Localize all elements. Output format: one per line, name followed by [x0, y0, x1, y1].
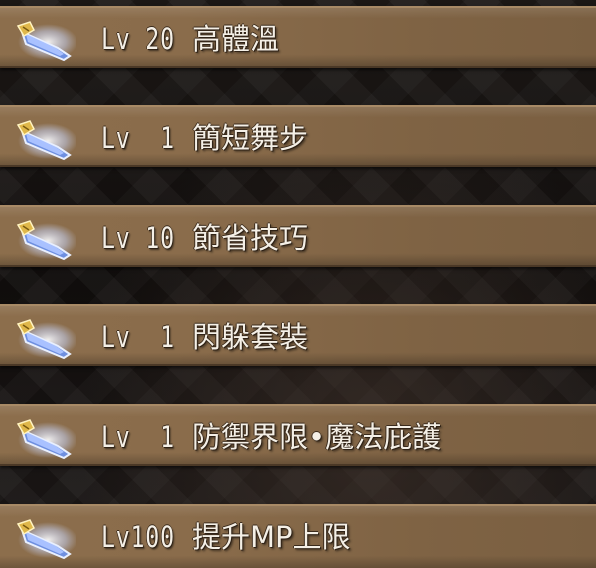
skill-row[interactable]: Lv100 提升MP上限: [0, 504, 596, 568]
skill-row[interactable]: Lv 1 閃躲套裝: [0, 304, 596, 366]
skill-list: Lv 20 高體溫 Lv 1 簡短舞步 Lv 10 節省技巧 Lv 1 閃躲套裝…: [0, 0, 596, 568]
skill-name: 簡短舞步: [192, 121, 309, 155]
skill-level: Lv 20: [101, 22, 175, 56]
skill-level: Lv 10: [101, 221, 175, 255]
skill-crystal-icon: [14, 514, 76, 560]
skill-name: 節省技巧: [192, 221, 309, 255]
skill-level: Lv 1: [101, 121, 175, 155]
skill-level: Lv 1: [101, 420, 175, 454]
skill-row[interactable]: Lv 1 簡短舞步: [0, 105, 596, 167]
skill-crystal-icon: [14, 16, 76, 62]
skill-level: Lv 1: [101, 320, 175, 354]
skill-name: 提升MP上限: [192, 520, 351, 554]
skill-name: 防禦界限•魔法庇護: [192, 420, 442, 454]
skill-level: Lv100: [101, 520, 175, 554]
skill-crystal-icon: [14, 314, 76, 360]
skill-name: 閃躲套裝: [192, 320, 309, 354]
skill-row[interactable]: Lv 1 防禦界限•魔法庇護: [0, 404, 596, 466]
skill-row[interactable]: Lv 20 高體溫: [0, 6, 596, 68]
skill-crystal-icon: [14, 115, 76, 161]
skill-crystal-icon: [14, 414, 76, 460]
skill-crystal-icon: [14, 215, 76, 261]
skill-name: 高體溫: [192, 22, 280, 56]
skill-row[interactable]: Lv 10 節省技巧: [0, 205, 596, 267]
